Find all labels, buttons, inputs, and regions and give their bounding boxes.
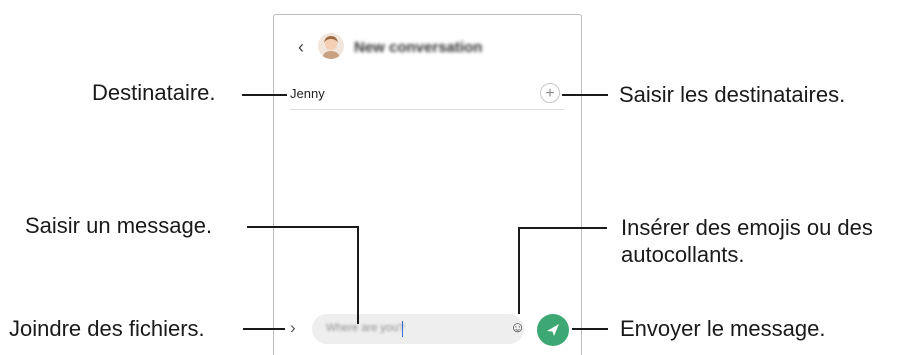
message-placeholder: Where are you?	[326, 322, 405, 334]
leader-line	[518, 227, 607, 229]
leader-line	[518, 227, 520, 314]
callout-recipient: Destinataire.	[92, 80, 216, 105]
recipient-field[interactable]: Jenny +	[290, 81, 564, 110]
avatar	[318, 33, 344, 59]
send-button[interactable]	[537, 314, 569, 346]
callout-emoji-line2: autocollants.	[621, 242, 745, 267]
callout-attach-files: Joindre des fichiers.	[9, 316, 205, 341]
plus-icon[interactable]: +	[540, 83, 560, 103]
callout-enter-message: Saisir un message.	[25, 213, 213, 238]
leader-line	[242, 94, 287, 96]
chevron-left-icon[interactable]: ‹	[294, 38, 308, 56]
leader-line	[243, 328, 285, 330]
phone-screen: ‹ New conversation Jenny + › Where are y…	[273, 14, 582, 355]
send-icon	[547, 324, 559, 336]
callout-send-message: Envoyer le message.	[620, 316, 826, 341]
chevron-right-icon[interactable]: ›	[290, 319, 296, 337]
leader-line	[572, 328, 608, 330]
message-input[interactable]: Where are you?	[312, 314, 524, 344]
leader-line	[247, 226, 358, 228]
callout-add-recipients: Saisir les destinataires.	[619, 82, 846, 107]
recipient-name: Jenny	[290, 86, 325, 101]
leader-line	[357, 226, 359, 324]
conversation-title: New conversation	[354, 39, 483, 56]
callout-emoji-line1: Insérer des emojis ou des	[621, 215, 873, 240]
text-caret	[402, 321, 403, 337]
smiley-icon[interactable]: ☺	[510, 319, 525, 337]
leader-line	[562, 94, 608, 96]
